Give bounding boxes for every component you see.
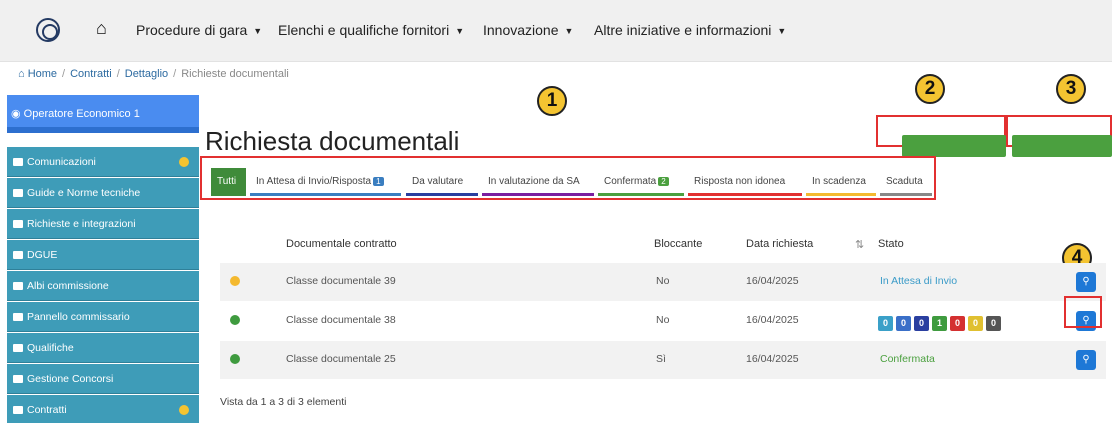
sidebar-item-qualifiche[interactable]: Qualifiche <box>7 333 199 363</box>
sidebar-user[interactable]: ◉ Operatore Economico 1 <box>7 95 199 133</box>
table-row: Classe documentale 25 Sì 16/04/2025 Conf… <box>220 341 1106 379</box>
table-row: Classe documentale 39 No 16/04/2025 In A… <box>220 263 1106 301</box>
sidebar-item-pannello[interactable]: Pannello commissario <box>7 302 199 332</box>
green-action-button-1[interactable] <box>902 135 1006 157</box>
status-dot <box>230 276 240 286</box>
menu-altre-iniziative[interactable]: Altre iniziative e informazioni ▼ <box>594 22 786 38</box>
menu-innovazione[interactable]: Innovazione ▼ <box>483 22 573 38</box>
edit-icon <box>13 251 23 259</box>
cell-stato: In Attesa di Invio <box>880 275 958 287</box>
status-count-badge: 1 <box>932 316 947 331</box>
cell-bloccante: Sì <box>656 353 666 365</box>
breadcrumb-current: Richieste documentali <box>181 68 289 80</box>
sort-icon[interactable]: ⇅ <box>855 238 864 251</box>
notification-dot <box>179 405 189 415</box>
cell-documentale: Classe documentale 25 <box>286 353 396 365</box>
callout-3: 3 <box>1056 74 1086 104</box>
status-count-badges: 0001000 <box>878 313 1004 331</box>
menu-elenchi-qualifiche[interactable]: Elenchi e qualifiche fornitori ▼ <box>278 22 464 38</box>
sidebar-item-dgue[interactable]: DGUE <box>7 240 199 270</box>
home-icon[interactable]: ⌂ <box>96 18 107 39</box>
sidebar-item-contratti[interactable]: Contratti <box>7 395 199 423</box>
callout-2: 2 <box>915 74 945 104</box>
status-count-badge: 0 <box>878 316 893 331</box>
search-icon[interactable]: ⚲ <box>1076 272 1096 292</box>
breadcrumb: ⌂ Home / Contratti / Dettaglio / Richieste doc… <box>18 68 289 80</box>
status-dot <box>230 315 240 325</box>
chevron-down-icon: ▼ <box>455 26 465 36</box>
send-icon <box>13 220 23 228</box>
green-action-button-2[interactable] <box>1012 135 1112 157</box>
sidebar-item-concorsi[interactable]: Gestione Concorsi <box>7 364 199 394</box>
cell-data: 16/04/2025 <box>746 275 799 287</box>
column-header-documentale[interactable]: Documentale contratto <box>286 238 397 250</box>
status-count-badge: 0 <box>950 316 965 331</box>
sidebar-item-richieste[interactable]: Richieste e integrazioni <box>7 209 199 239</box>
sidebar-item-albi[interactable]: Albi commissione <box>7 271 199 301</box>
callout-1: 1 <box>537 86 567 116</box>
corner-icon <box>13 375 23 383</box>
status-count-badge: 0 <box>896 316 911 331</box>
envelope-icon <box>13 158 23 166</box>
breadcrumb-dettaglio[interactable]: Dettaglio <box>125 68 168 80</box>
column-header-data[interactable]: Data richiesta <box>746 238 813 250</box>
breadcrumb-contratti[interactable]: Contratti <box>70 68 112 80</box>
cell-documentale: Classe documentale 38 <box>286 314 396 326</box>
glasses-icon <box>13 313 23 321</box>
sidebar-item-comunicazioni[interactable]: Comunicazioni <box>7 147 199 177</box>
cell-stato: Confermata <box>880 353 935 365</box>
folder-icon <box>13 282 23 290</box>
cell-documentale: Classe documentale 39 <box>286 275 396 287</box>
cell-bloccante: No <box>656 314 670 326</box>
table-footer: Vista da 1 a 3 di 3 elementi <box>220 396 347 408</box>
top-navbar: ⌂ Procedure di gara ▼ Elenchi e qualifich… <box>0 0 1112 62</box>
home-icon: ⌂ <box>18 68 28 80</box>
chevron-down-icon: ▼ <box>777 26 787 36</box>
cell-bloccante: No <box>656 275 670 287</box>
cell-data: 16/04/2025 <box>746 314 799 326</box>
status-count-badge: 0 <box>914 316 929 331</box>
user-icon: ◉ <box>11 108 24 120</box>
page-title: Richiesta documentali <box>205 126 460 156</box>
status-count-badge: 0 <box>968 316 983 331</box>
table-row: Classe documentale 38 No 16/04/2025 0001… <box>220 302 1106 340</box>
sidebar: ◉ Operatore Economico 1 Comunicazioni Gu… <box>7 95 199 423</box>
chevron-down-icon: ▼ <box>564 26 574 36</box>
status-dot <box>230 354 240 364</box>
logo-icon[interactable] <box>36 18 60 42</box>
cell-data: 16/04/2025 <box>746 353 799 365</box>
highlight-box-1 <box>200 156 936 200</box>
check-square-icon <box>13 406 23 414</box>
sidebar-item-guide[interactable]: Guide e Norme tecniche <box>7 178 199 208</box>
notification-dot <box>179 157 189 167</box>
chevron-down-icon: ▼ <box>253 26 263 36</box>
column-header-bloccante[interactable]: Bloccante <box>654 238 702 250</box>
book-icon <box>13 189 23 197</box>
status-count-badge: 0 <box>986 316 1001 331</box>
search-icon[interactable]: ⚲ <box>1076 350 1096 370</box>
column-header-stato[interactable]: Stato <box>878 238 904 250</box>
breadcrumb-home[interactable]: ⌂ Home <box>18 68 57 80</box>
menu-procedure-di-gara[interactable]: Procedure di gara ▼ <box>136 22 262 38</box>
highlight-box-4 <box>1064 296 1102 328</box>
folder-icon <box>13 344 23 352</box>
